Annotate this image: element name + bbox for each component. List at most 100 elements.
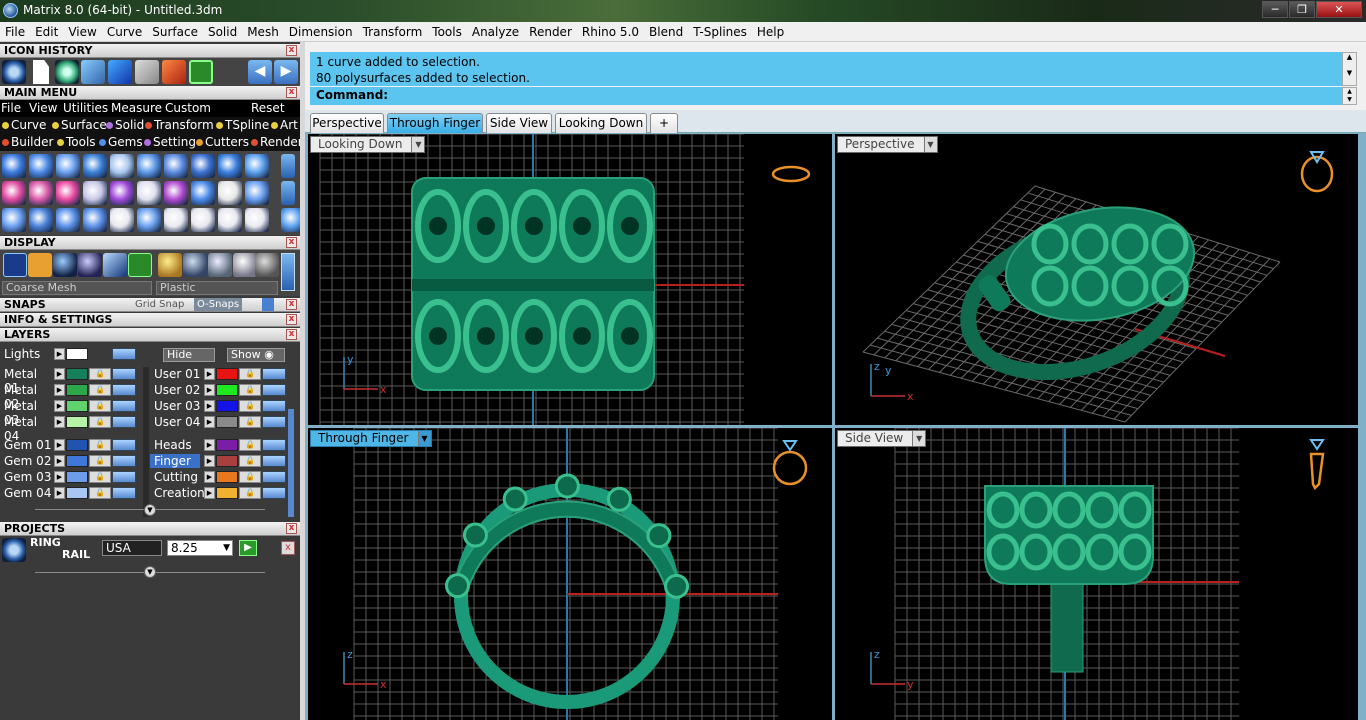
visibility-toggle[interactable] (262, 416, 286, 428)
expand-icon[interactable]: ▶ (54, 400, 65, 412)
layer-name[interactable]: Cutting (150, 470, 202, 484)
layer-color-swatch[interactable] (66, 400, 88, 412)
link-icon[interactable] (137, 181, 161, 205)
layer-row[interactable]: Heads ▶ 🔒 (150, 438, 290, 452)
menu-dimension[interactable]: Dimension (284, 22, 358, 42)
viewport-label[interactable]: Side View ▼ (837, 430, 927, 447)
gem-plus-icon[interactable] (29, 181, 53, 205)
close-icon[interactable]: x (286, 329, 297, 340)
visibility-toggle[interactable] (262, 400, 286, 412)
layer-row[interactable]: User 03 ▶ 🔒 (150, 399, 290, 413)
menu-solid[interactable]: Solid (203, 22, 242, 42)
check-icon[interactable] (108, 60, 132, 84)
lock-icon[interactable]: 🔒 (89, 416, 111, 428)
layer-name[interactable]: Creation (150, 486, 205, 500)
split-icon[interactable] (191, 208, 215, 232)
mm-utilities[interactable]: Utilities (63, 101, 108, 115)
tab-through-finger[interactable]: Through Finger (387, 113, 483, 133)
layer-lights[interactable]: Lights ▶ (0, 347, 140, 361)
viewport-perspective[interactable]: z x y Perspective ▼ (835, 134, 1358, 425)
lock-icon[interactable]: 🔒 (89, 368, 111, 380)
layer-name[interactable]: Gem 04 (0, 486, 52, 500)
maximize-button[interactable]: ❐ (1289, 1, 1315, 18)
minus-icon[interactable] (56, 181, 80, 205)
layer-name[interactable]: Gem 01 (0, 438, 52, 452)
ring-rail-icon[interactable] (2, 538, 26, 562)
layer-color-swatch[interactable] (66, 455, 88, 467)
history-scrollbar[interactable]: ▲ ▼ (1342, 52, 1357, 86)
menu-help[interactable]: Help (752, 22, 789, 42)
layer-color-swatch[interactable] (216, 487, 238, 499)
layer-row[interactable]: Metal 01 ▶ 🔒 (0, 367, 140, 395)
expand-icon[interactable]: ▶ (204, 439, 215, 451)
layer-row[interactable]: Gem 04 ▶ 🔒 (0, 486, 140, 500)
menu-view[interactable]: View (63, 22, 101, 42)
ghosted-icon[interactable] (103, 253, 127, 277)
expand-icon[interactable]: ▶ (204, 471, 215, 483)
menu-edit[interactable]: Edit (30, 22, 63, 42)
expand-icon[interactable]: ▶ (54, 348, 65, 360)
close-icon[interactable]: x (286, 87, 297, 98)
ring-icon[interactable] (2, 154, 26, 178)
sphere-icon[interactable] (53, 253, 77, 277)
panel-toggle-icon[interactable] (281, 154, 295, 178)
expand-icon[interactable]: ▶ (204, 416, 215, 428)
lock-icon[interactable]: 🔒 (239, 400, 261, 412)
layer-row[interactable]: User 04 ▶ 🔒 (150, 415, 290, 429)
visibility-toggle[interactable] (262, 368, 286, 380)
gem-icon[interactable] (81, 60, 105, 84)
new-file-icon[interactable] (33, 60, 49, 84)
gem-cut-icon[interactable] (137, 154, 161, 178)
delete-icon[interactable]: x (281, 541, 295, 555)
lock-icon[interactable]: 🔒 (89, 471, 111, 483)
visibility-toggle[interactable] (112, 439, 136, 451)
tab-perspective[interactable]: Perspective (310, 113, 384, 133)
mirror-icon[interactable] (83, 208, 107, 232)
layer-name[interactable]: User 04 (150, 415, 202, 429)
bezel-icon[interactable] (83, 154, 107, 178)
menu-surface[interactable]: Surface (147, 22, 203, 42)
tube-ring-icon[interactable] (56, 154, 80, 178)
pattern-icon[interactable] (164, 181, 188, 205)
grid-icon[interactable] (189, 60, 213, 84)
layer-name[interactable]: Metal 04 (0, 415, 52, 443)
expand-icon[interactable]: ▶ (54, 368, 65, 380)
curve-ring-icon[interactable] (29, 154, 53, 178)
layer-color-swatch[interactable] (216, 439, 238, 451)
ring-tool-icon[interactable] (2, 60, 26, 84)
layer-row[interactable]: Gem 01 ▶ 🔒 (0, 438, 140, 452)
layer-color-swatch[interactable] (216, 368, 238, 380)
show-button[interactable]: Show ◉ (227, 348, 285, 362)
visibility-toggle[interactable] (112, 487, 136, 499)
mm-builder[interactable]: Builder (2, 135, 53, 149)
visibility-toggle[interactable] (262, 384, 286, 396)
display-header[interactable]: DISPLAY x (0, 236, 300, 250)
band-icon[interactable] (218, 154, 242, 178)
visibility-toggle[interactable] (262, 455, 286, 467)
layer-name[interactable]: Metal 03 (0, 399, 52, 427)
back-arrow-icon[interactable]: ◀ (248, 60, 272, 84)
layer-row[interactable]: Metal 04 ▶ 🔒 (0, 415, 140, 443)
visibility-toggle[interactable] (112, 455, 136, 467)
shaded-icon[interactable] (28, 253, 52, 277)
profile-icon[interactable] (245, 154, 269, 178)
menu-analyze[interactable]: Analyze (467, 22, 524, 42)
visibility-toggle[interactable] (262, 471, 286, 483)
add-tab-button[interactable]: + (650, 113, 678, 133)
layer-name[interactable]: Gem 02 (0, 454, 52, 468)
expand-icon[interactable]: ▶ (54, 384, 65, 396)
layer-color-swatch[interactable] (66, 487, 88, 499)
menu-render[interactable]: Render (524, 22, 577, 42)
display-scroll[interactable] (281, 253, 295, 291)
expand-icon[interactable]: ▶ (204, 455, 215, 467)
mm-curve[interactable]: Curve (2, 118, 46, 132)
material-select[interactable]: Plastic (156, 281, 278, 295)
close-icon[interactable]: x (286, 237, 297, 248)
visibility-toggle[interactable] (262, 439, 286, 451)
command-input[interactable]: Command: (310, 87, 1342, 105)
layer-color-swatch[interactable] (216, 471, 238, 483)
layers-scroll[interactable] (288, 409, 294, 517)
layer-name[interactable]: User 01 (150, 367, 202, 381)
lock-icon[interactable]: 🔒 (89, 439, 111, 451)
layer-name[interactable]: Gem 03 (0, 470, 52, 484)
